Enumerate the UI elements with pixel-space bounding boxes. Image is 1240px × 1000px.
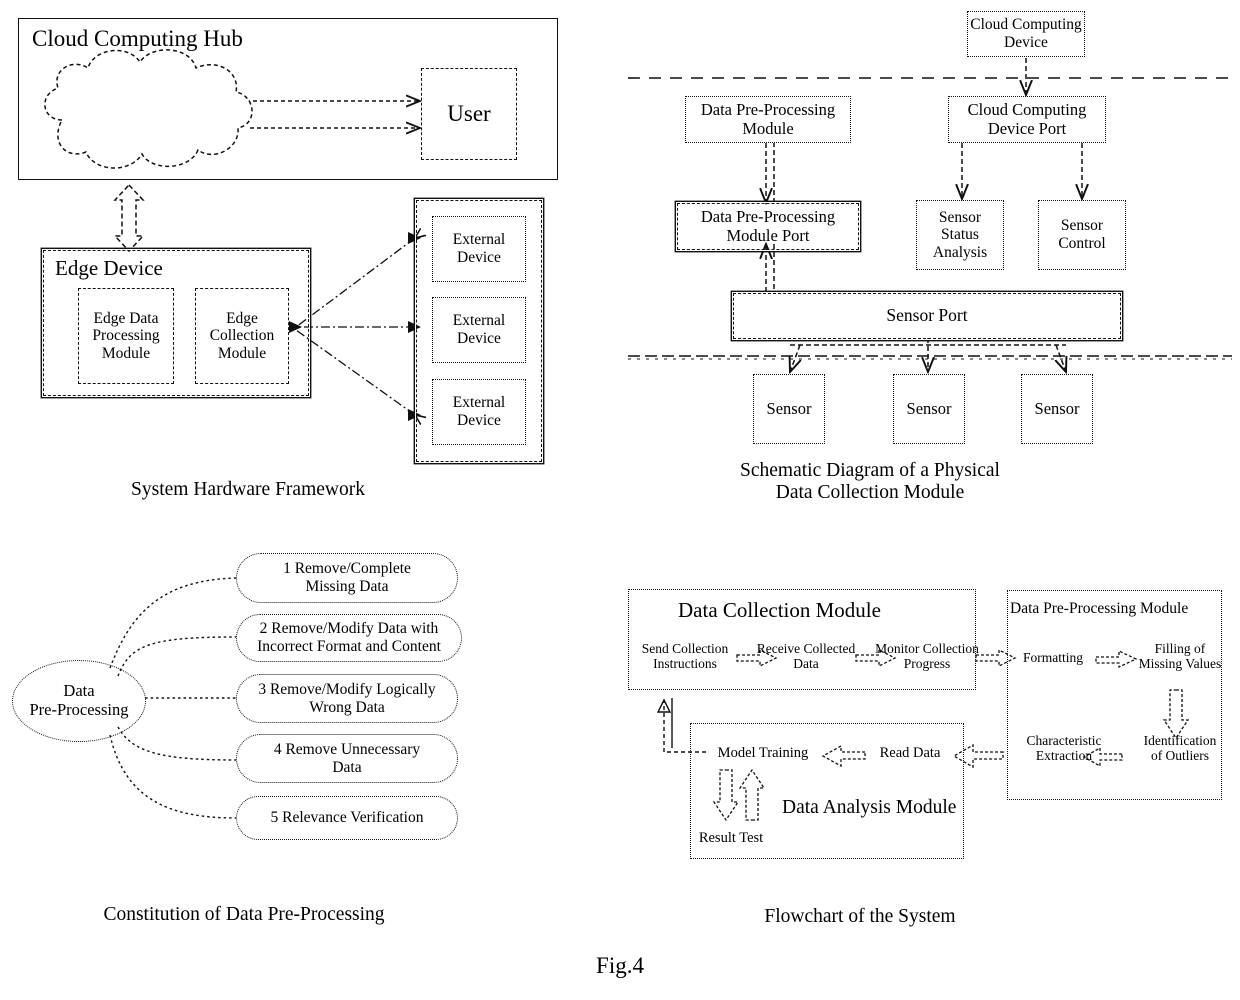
sensor-control-box: Sensor Control	[1038, 200, 1126, 270]
flow-step-monitor-collection-progress: Monitor Collection Progress	[875, 641, 979, 672]
figure-canvas: Cloud Computing Hub Data Analysis Module…	[0, 0, 1240, 1000]
external-device-1: External Device	[432, 216, 526, 282]
flow-step-result-test: Result Test	[698, 830, 764, 846]
caption-flowchart: Flowchart of the System	[764, 906, 956, 927]
data-collection-module-title: Data Collection Module	[678, 598, 881, 622]
data-analysis-module-title: Data Analysis Module	[782, 797, 957, 818]
cloud-computing-hub-title: Cloud Computing Hub	[32, 26, 243, 51]
flow-step-receive-collected-data: Receive Collected Data	[756, 641, 856, 672]
hub-edge-bidirectional-arrow	[113, 183, 145, 253]
mindmap-item-5: 5 Relevance Verification	[236, 796, 458, 840]
data-preprocessing-module-flow-box	[1007, 590, 1222, 800]
flow-step-characteristic-extraction: Characteristic Extraction	[1026, 733, 1102, 764]
mindmap-root-node: Data Pre-Processing	[12, 660, 146, 742]
mindmap-item-2: 2 Remove/Modify Data with Incorrect Form…	[236, 614, 462, 662]
flow-step-formatting: Formatting	[1023, 650, 1083, 665]
flow-step-send-collection-instructions: Send Collection Instructions	[641, 641, 729, 672]
flow-step-read-data: Read Data	[879, 745, 941, 761]
external-device-3: External Device	[432, 379, 526, 445]
external-device-2: External Device	[432, 297, 526, 363]
caption-constitution: Constitution of Data Pre-Processing	[103, 904, 385, 925]
sensor-port-box: Sensor Port	[733, 293, 1121, 339]
flow-step-model-training: Model Training	[717, 745, 809, 761]
mindmap-item-1: 1 Remove/Complete Missing Data	[236, 553, 458, 603]
sensor-box-1: Sensor	[753, 374, 825, 444]
edge-device-title: Edge Device	[55, 256, 163, 280]
data-preprocessing-module-flow-title: Data Pre-Processing Module	[1010, 600, 1189, 617]
sensor-box-3: Sensor	[1021, 374, 1093, 444]
caption-system-hardware-framework: System Hardware Framework	[131, 479, 365, 500]
data-preprocessing-module-box: Data Pre-Processing Module	[685, 96, 851, 143]
caption-physical-data-collection: Schematic Diagram of a Physical Data Col…	[740, 460, 1000, 504]
sensor-status-analysis-box: Sensor Status Analysis	[916, 200, 1004, 270]
user-box: User	[421, 68, 517, 160]
edge-data-processing-module: Edge Data Processing Module	[78, 288, 174, 384]
sensor-box-2: Sensor	[893, 374, 965, 444]
cloud-module-data-analysis: Data Analysis Module	[70, 90, 228, 110]
cloud-computing-device-port-box: Cloud Computing Device Port	[948, 96, 1106, 143]
edge-collection-module: Edge Collection Module	[195, 288, 289, 384]
mindmap-item-3: 3 Remove/Modify Logically Wrong Data	[236, 674, 458, 723]
figure-label: Fig.4	[596, 953, 644, 978]
flow-step-identification-of-outliers: Identification of Outliers	[1143, 733, 1217, 764]
data-preprocessing-module-port-box: Data Pre-Processing Module Port	[677, 203, 859, 250]
cloud-computing-device-box: Cloud Computing Device	[967, 11, 1085, 57]
flow-step-filling-missing-values: Filling of Missing Values	[1138, 641, 1222, 672]
mindmap-item-4: 4 Remove Unnecessary Data	[236, 734, 458, 783]
cloud-module-data-storage: Data Storage Module	[78, 116, 228, 136]
